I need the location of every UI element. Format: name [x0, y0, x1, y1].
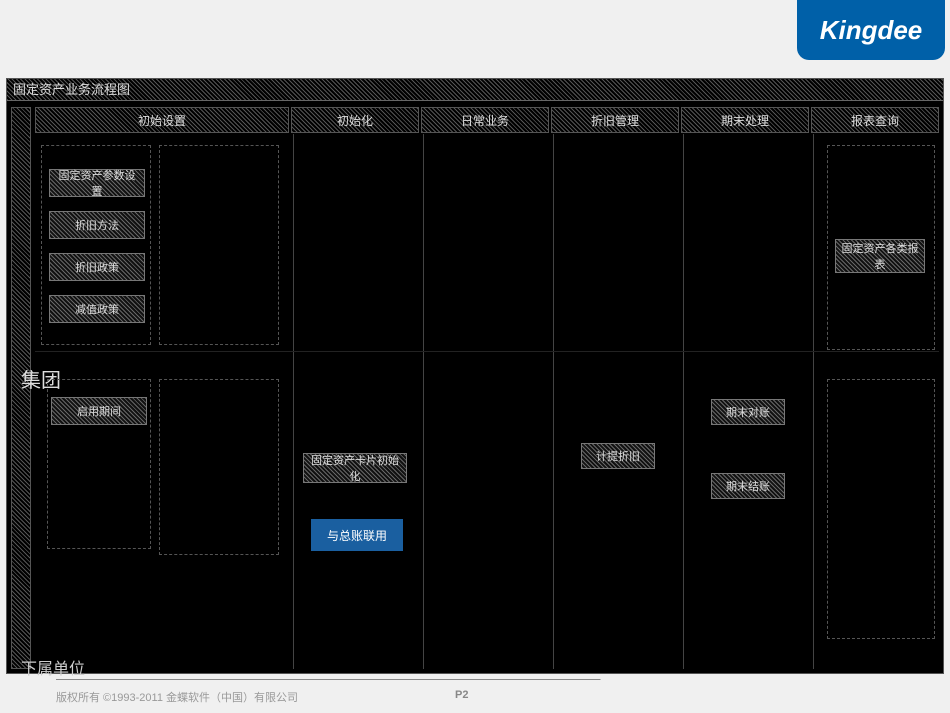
diagram-title: 固定资产业务流程图: [7, 79, 943, 101]
kingdee-logo: Kingdee: [797, 0, 945, 60]
node-depr-policy[interactable]: 折旧政策: [49, 253, 145, 281]
col-period-end: 期末处理: [681, 107, 809, 133]
node-close[interactable]: 期末结账: [711, 473, 785, 499]
copyright-text: 版权所有 ©1993-2011 金蝶软件（中国）有限公司: [56, 689, 298, 705]
column-headers: 初始设置 初始化 日常业务 折旧管理 期末处理 报表查询: [35, 107, 939, 133]
ghost-box-period-2: [159, 379, 279, 555]
node-gl-link[interactable]: 与总账联用: [311, 519, 403, 551]
col-daily-ops: 日常业务: [421, 107, 549, 133]
page-number: P2: [455, 689, 468, 701]
node-card-init[interactable]: 固定资产卡片初始化: [303, 453, 407, 483]
col-depr-mgmt: 折旧管理: [551, 107, 679, 133]
ghost-box-settings-2: [159, 145, 279, 345]
node-impair-policy[interactable]: 减值政策: [49, 295, 145, 323]
node-depr-method[interactable]: 折旧方法: [49, 211, 145, 239]
footer-rule: [56, 679, 920, 680]
node-calc-depr[interactable]: 计提折旧: [581, 443, 655, 469]
node-reconcile[interactable]: 期末对账: [711, 399, 785, 425]
col-initialization: 初始化: [291, 107, 419, 133]
lane-unit-label: 下属单位: [21, 655, 85, 679]
footer: 版权所有 ©1993-2011 金蝶软件（中国）有限公司 P2: [0, 685, 950, 709]
ghost-box-reports-top: [827, 145, 935, 350]
col-initial-setup: 初始设置: [35, 107, 289, 133]
flowchart-canvas: 固定资产业务流程图 初始设置 初始化 日常业务 折旧管理 期末处理 报表查询 集…: [6, 78, 944, 674]
node-fa-param[interactable]: 固定资产参数设置: [49, 169, 145, 197]
col-reports: 报表查询: [811, 107, 939, 133]
ghost-box-reports-bottom: [827, 379, 935, 639]
node-enable-period[interactable]: 启用期间: [51, 397, 147, 425]
